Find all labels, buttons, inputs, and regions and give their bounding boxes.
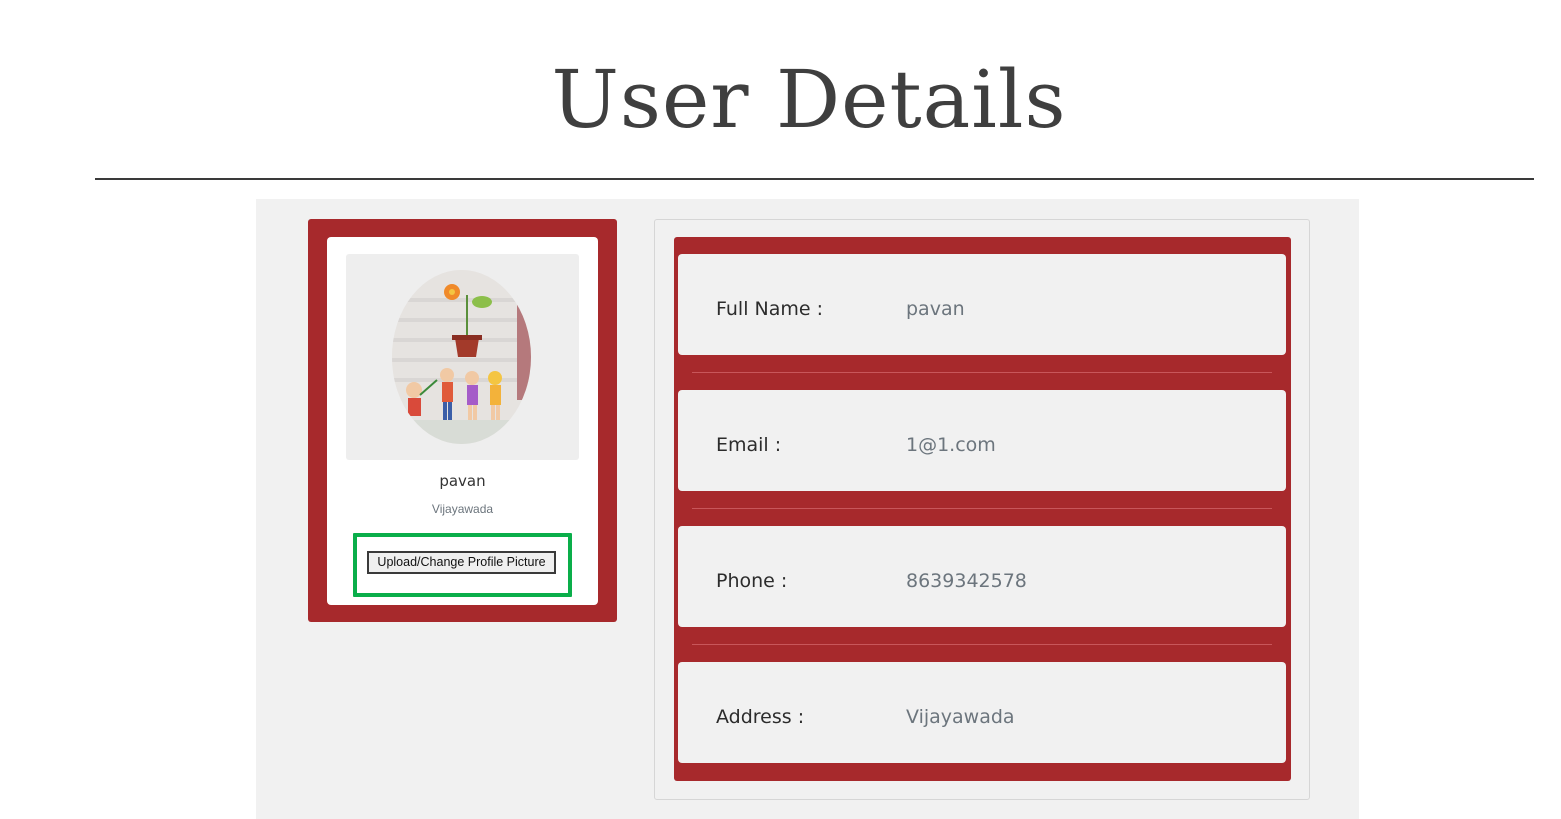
detail-row-address: Address : Vijayawada	[678, 662, 1286, 763]
avatar	[392, 270, 531, 444]
detail-row-email: Email : 1@1.com	[678, 390, 1286, 491]
page-title: User Details	[551, 53, 1067, 146]
row-divider	[692, 372, 1272, 373]
detail-row-phone: Phone : 8639342578	[678, 526, 1286, 627]
row-divider	[692, 508, 1272, 509]
full-name-label: Full Name :	[716, 298, 824, 320]
avatar-image	[392, 270, 531, 444]
row-divider	[692, 644, 1272, 645]
detail-row-full-name: Full Name : pavan	[678, 254, 1286, 355]
profile-name: pavan	[439, 472, 486, 490]
email-label: Email :	[716, 434, 782, 456]
address-value: Vijayawada	[906, 706, 1015, 728]
upload-profile-picture-button[interactable]: Upload/Change Profile Picture	[367, 551, 556, 574]
phone-value: 8639342578	[906, 570, 1027, 592]
email-value: 1@1.com	[906, 434, 996, 456]
full-name-value: pavan	[906, 298, 965, 320]
address-label: Address :	[716, 706, 805, 728]
title-divider	[95, 178, 1534, 180]
phone-label: Phone :	[716, 570, 788, 592]
profile-city: Vijayawada	[431, 502, 494, 516]
